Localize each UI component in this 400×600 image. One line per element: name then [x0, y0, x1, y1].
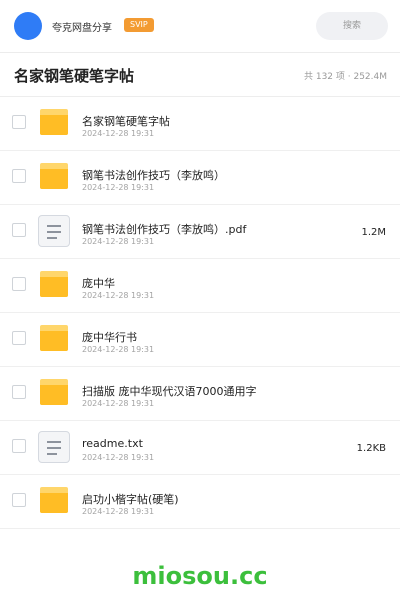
folder-title-bar: 名家钢笔硬笔字帖 共 132 项 · 252.4M: [0, 53, 400, 97]
folder-icon: [38, 485, 70, 517]
file-date: 2024-12-28 19:31: [82, 291, 155, 300]
list-item[interactable]: 钢笔书法创作技巧（李放鸣） 2024-12-28 19:31: [0, 151, 400, 205]
list-item[interactable]: 扫描版 庞中华现代汉语7000通用字 2024-12-28 19:31: [0, 367, 400, 421]
folder-icon: [38, 269, 70, 301]
file-name: 庞中华行书: [82, 331, 137, 344]
checkbox[interactable]: [12, 385, 26, 399]
svip-badge: SVIP: [124, 18, 154, 32]
watermark: miosou.cc: [132, 562, 268, 590]
folder-icon: [38, 161, 70, 193]
document-icon: [38, 215, 70, 247]
page-title: 名家钢笔硬笔字帖: [14, 67, 135, 85]
checkbox[interactable]: [12, 169, 26, 183]
file-size: 1.2KB: [356, 443, 386, 454]
file-date: 2024-12-28 19:31: [82, 507, 155, 516]
file-name: 庞中华: [82, 277, 115, 290]
list-item[interactable]: readme.txt 2024-12-28 19:31 1.2KB: [0, 421, 400, 475]
top-header: 夸克网盘分享 SVIP: [0, 0, 400, 53]
list-item[interactable]: 名家钢笔硬笔字帖 2024-12-28 19:31: [0, 97, 400, 151]
folder-icon: [38, 377, 70, 409]
item-count: 共 132 项 · 252.4M: [303, 72, 387, 82]
file-size: 1.2M: [361, 227, 386, 238]
list-item[interactable]: 钢笔书法创作技巧（李放鸣）.pdf 2024-12-28 19:31 1.2M: [0, 205, 400, 259]
checkbox[interactable]: [12, 223, 26, 237]
folder-icon: [38, 323, 70, 355]
checkbox[interactable]: [12, 331, 26, 345]
file-name: 启功小楷字帖(硬笔): [82, 493, 179, 506]
list-item[interactable]: 庞中华行书 2024-12-28 19:31: [0, 313, 400, 367]
avatar[interactable]: [14, 12, 42, 40]
file-name: readme.txt: [82, 437, 143, 450]
checkbox[interactable]: [12, 115, 26, 129]
list-item[interactable]: 庞中华 2024-12-28 19:31: [0, 259, 400, 313]
username: 夸克网盘分享: [52, 23, 112, 34]
file-name: 钢笔书法创作技巧（李放鸣）: [82, 169, 225, 182]
file-name: 钢笔书法创作技巧（李放鸣）.pdf: [82, 223, 247, 236]
file-date: 2024-12-28 19:31: [82, 345, 155, 354]
search-input[interactable]: [316, 12, 388, 40]
document-icon: [38, 431, 70, 463]
file-name: 名家钢笔硬笔字帖: [82, 115, 170, 128]
file-date: 2024-12-28 19:31: [82, 453, 155, 462]
file-name: 扫描版 庞中华现代汉语7000通用字: [82, 385, 257, 398]
file-date: 2024-12-28 19:31: [82, 399, 155, 408]
file-date: 2024-12-28 19:31: [82, 129, 155, 138]
checkbox[interactable]: [12, 277, 26, 291]
file-list: 名家钢笔硬笔字帖 2024-12-28 19:31 钢笔书法创作技巧（李放鸣） …: [0, 97, 400, 529]
file-date: 2024-12-28 19:31: [82, 237, 155, 246]
file-date: 2024-12-28 19:31: [82, 183, 155, 192]
folder-icon: [38, 107, 70, 139]
list-item[interactable]: 启功小楷字帖(硬笔) 2024-12-28 19:31: [0, 475, 400, 529]
checkbox[interactable]: [12, 493, 26, 507]
checkbox[interactable]: [12, 439, 26, 453]
